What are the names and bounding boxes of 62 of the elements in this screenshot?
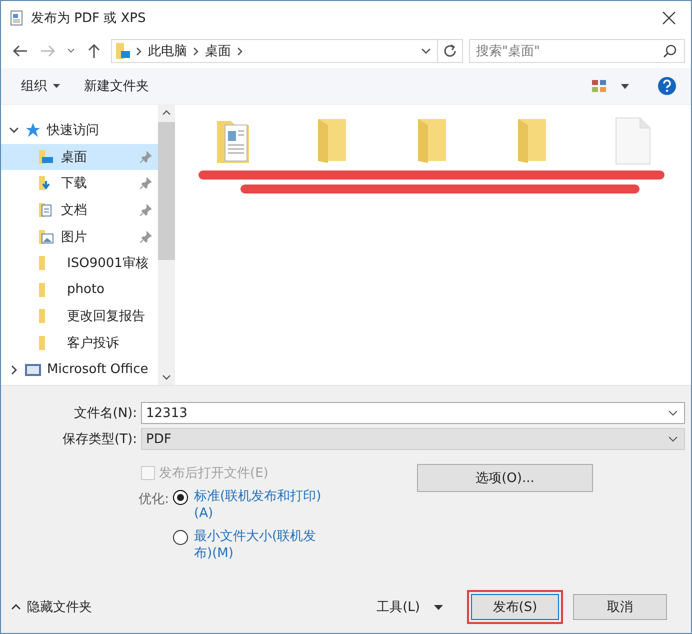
new-folder-button[interactable]: 新建文件夹 (76, 73, 157, 99)
window-title: 发布为 PDF 或 XPS (31, 10, 146, 26)
tree-item[interactable]: ISO9001审核 (1, 250, 158, 277)
breadcrumb[interactable]: 桌面 (205, 42, 231, 60)
back-arrow-icon (12, 44, 28, 58)
folder-icon (39, 150, 55, 164)
caret-icon (434, 604, 443, 610)
tools-menu-button[interactable]: 工具(L) (370, 597, 449, 617)
document-icon (9, 10, 25, 26)
scroll-down-icon[interactable] (162, 375, 171, 380)
chevron-down-icon (67, 48, 75, 54)
chevron-down-icon (668, 410, 678, 416)
options-button[interactable]: 选项(O)... (417, 464, 593, 492)
cancel-button[interactable]: 取消 (573, 594, 667, 620)
dropdown-icon (421, 48, 431, 54)
help-icon[interactable] (657, 76, 677, 96)
close-icon (662, 10, 676, 24)
chevron-icon[interactable] (237, 46, 243, 56)
folder-icon (39, 256, 45, 270)
scroll-up-icon[interactable] (162, 110, 171, 115)
filename-combobox[interactable]: 12313 (141, 402, 685, 424)
folder-icon (39, 230, 55, 244)
view-dropdown-icon[interactable] (621, 84, 629, 88)
tree-item[interactable]: photo (1, 276, 158, 304)
tree-item[interactable]: 桌面 (1, 144, 158, 170)
tree-item[interactable]: 快速访问 (1, 117, 158, 144)
folder-icon (39, 282, 45, 297)
chevron-icon[interactable] (136, 46, 142, 56)
folder-icon (39, 309, 45, 324)
tree-item[interactable]: 文档 (1, 196, 158, 224)
scrollbar[interactable] (158, 105, 175, 385)
tree-item[interactable]: 更改回复报告 (1, 303, 158, 330)
optimize-label: 优化: (138, 491, 169, 509)
organize-menu-button[interactable]: 组织 (13, 73, 68, 99)
chevron-down-icon (668, 436, 678, 442)
radio-circle[interactable] (173, 490, 188, 505)
file-type-dropdown[interactable]: PDF (141, 428, 685, 450)
address-bar[interactable]: 此电脑 桌面 (111, 39, 463, 63)
field-label: 文件名(N): (72, 405, 138, 422)
publish-button[interactable]: 发布(S) (471, 594, 559, 620)
tree-item[interactable]: 下载 (1, 170, 158, 197)
chevron-icon[interactable] (193, 46, 199, 56)
field-label: 保存类型(T): (62, 431, 138, 448)
tree-item[interactable]: 客户投诉 (1, 330, 158, 356)
caret-icon (53, 84, 60, 88)
breadcrumb[interactable]: 此电脑 (148, 42, 187, 60)
tree-item[interactable]: 图片 (1, 223, 158, 250)
radio-option[interactable]: 最小文件大小(联机发布)(M) (173, 528, 333, 562)
chevron-up-icon (11, 604, 21, 610)
folder-icon (39, 336, 45, 350)
view-options-icon[interactable] (591, 79, 607, 93)
tree-item[interactable]: Microsoft Office (1, 356, 158, 383)
radio-circle[interactable] (173, 530, 188, 545)
forward-arrow-icon (40, 44, 56, 58)
radio-option[interactable]: 标准(联机发布和打印)(A) (173, 488, 333, 522)
desktop-folder-icon (116, 43, 130, 59)
star-icon (25, 122, 41, 138)
office-app-icon (25, 362, 41, 377)
up-arrow-icon (87, 43, 101, 59)
hide-folders-button[interactable]: 隐藏文件夹 (1, 597, 98, 617)
search-icon (663, 44, 677, 58)
search-field[interactable]: 搜索"桌面" (469, 39, 685, 63)
